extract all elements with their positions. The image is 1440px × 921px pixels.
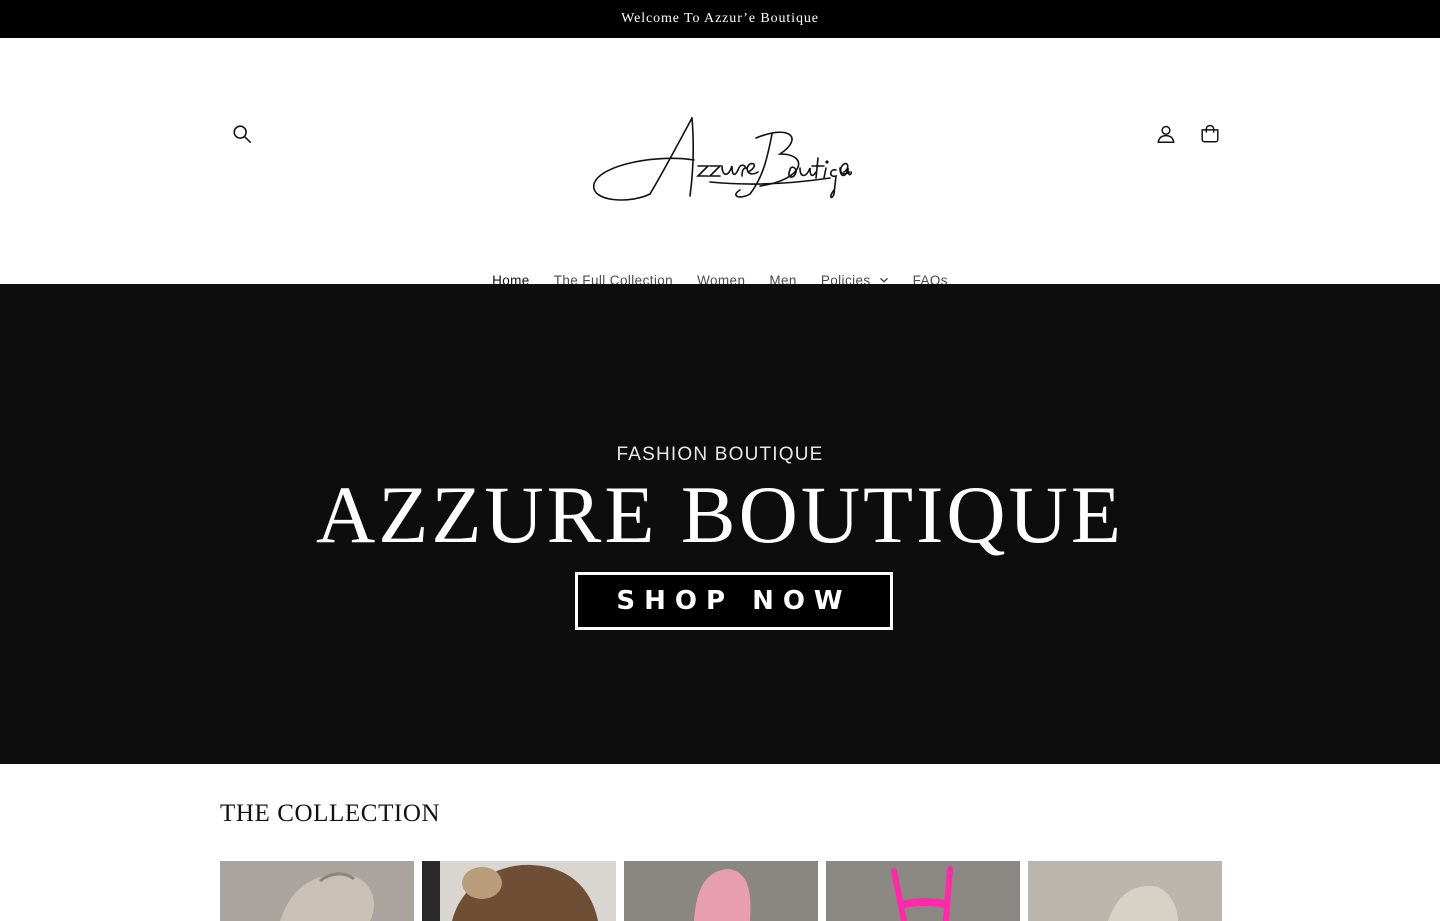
shop-now-button[interactable]: SHOP NOW (575, 572, 893, 630)
search-button[interactable] (220, 112, 264, 156)
hero-banner[interactable]: FASHION BOUTIQUE AZZURE BOUTIQUE SHOP NO… (0, 284, 1440, 764)
hero-title: AZZURE BOUTIQUE (316, 469, 1124, 560)
product-image (624, 861, 818, 921)
product-card[interactable] (422, 861, 616, 921)
cart-button[interactable] (1188, 112, 1232, 156)
account-icon (1157, 125, 1175, 143)
site-logo[interactable] (590, 114, 853, 204)
product-card[interactable] (220, 861, 414, 921)
collection-section: THE COLLECTION (0, 764, 1440, 921)
product-grid (220, 861, 1222, 921)
product-card[interactable] (1028, 861, 1222, 921)
site-header: Home The Full Collection Women Men Polic… (0, 38, 1440, 288)
product-card[interactable] (826, 861, 1020, 921)
product-image (220, 861, 414, 921)
announcement-bar: Welcome To Azzur’e Boutique (0, 0, 1440, 38)
cart-icon (1201, 124, 1219, 143)
search-icon (233, 125, 252, 144)
announcement-text: Welcome To Azzur’e Boutique (621, 11, 819, 26)
hero-subtitle: FASHION BOUTIQUE (616, 444, 824, 465)
product-image (422, 861, 616, 921)
collection-title: THE COLLECTION (220, 800, 441, 827)
product-image (1028, 861, 1222, 921)
product-card[interactable] (624, 861, 818, 921)
account-button[interactable] (1144, 112, 1188, 156)
product-image (826, 861, 1020, 921)
